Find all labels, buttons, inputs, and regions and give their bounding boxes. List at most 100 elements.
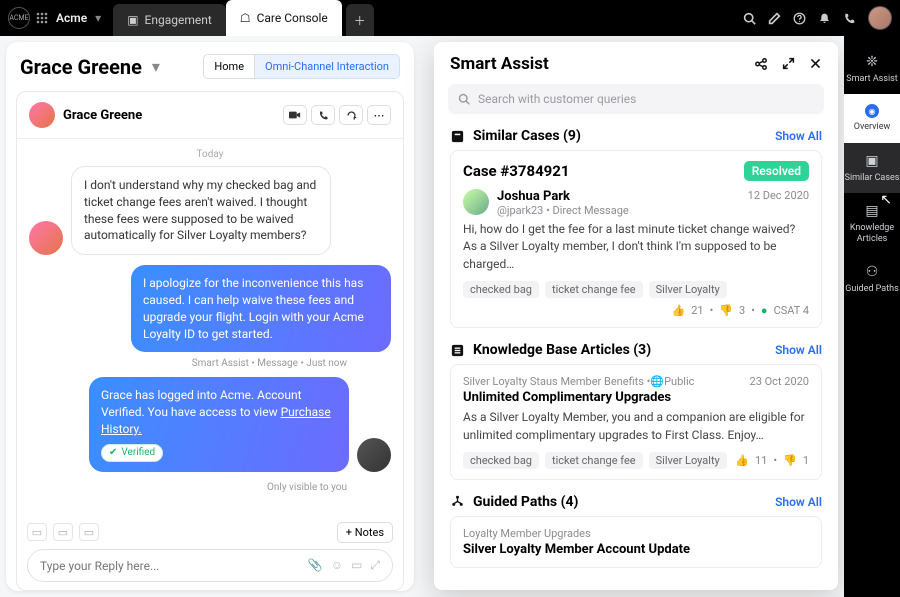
help-icon[interactable] [793, 12, 806, 25]
call-icon[interactable] [311, 105, 335, 125]
gp-name: Silver Loyalty Member Account Update [463, 542, 809, 557]
author-handle: @jpark23 • Direct Message [497, 204, 629, 217]
tool-icon[interactable]: ▭ [53, 523, 73, 541]
tool-icon[interactable]: ▭ [79, 523, 99, 541]
kb-body: As a Silver Loyalty Member, you and a co… [463, 409, 809, 444]
more-icon[interactable]: ⋯ [367, 105, 391, 125]
thumbs-down-icon[interactable]: 👎 [783, 454, 797, 467]
tab-care-console[interactable]: ☖ Care Console [226, 0, 342, 36]
breadcrumb-context: Omni-Channel Interaction [255, 54, 400, 79]
tag[interactable]: ticket change fee [545, 281, 643, 298]
tag[interactable]: checked bag [463, 281, 539, 298]
gp-group: Loyalty Member Upgrades [463, 527, 809, 540]
rail-overview[interactable]: ◉ Overview [844, 94, 900, 142]
rail-knowledge[interactable]: ▤ Knowledge Articles [844, 193, 900, 254]
author-avatar [463, 189, 489, 215]
thumbs-up-icon[interactable]: 👍 [735, 454, 749, 467]
guided-paths-icon [450, 494, 465, 509]
day-divider: Today [29, 149, 391, 160]
agent-avatar [357, 438, 391, 472]
sparkle-icon: ❊ [866, 54, 878, 70]
message-bubble: I apologize for the inconvenience this h… [131, 265, 391, 352]
message-bubble: I don't understand why my checked bag an… [71, 166, 331, 255]
close-icon[interactable] [809, 57, 822, 71]
topbar-actions [743, 6, 892, 30]
section-title: Similar Cases (9) [473, 128, 581, 144]
edit-icon[interactable] [768, 12, 781, 25]
system-message: Grace has logged into Acme. Account Veri… [29, 377, 391, 471]
overview-icon: ◉ [865, 104, 879, 118]
tenant-switcher[interactable]: Acme ▾ [56, 11, 101, 25]
knowledge-icon: ▤ [865, 203, 878, 219]
text-format-icon[interactable]: ▭ [351, 558, 362, 573]
verified-badge: ✔ Verified [101, 444, 163, 462]
message-meta: Smart Assist • Message • Just now [29, 358, 347, 369]
chevron-down-icon: ▾ [95, 11, 101, 25]
agent-message: I apologize for the inconvenience this h… [29, 265, 391, 352]
apps-grid-icon[interactable] [36, 12, 48, 24]
user-avatar[interactable] [868, 6, 892, 30]
case-stats: 👍21 • 👎3 • ● CSAT 4 [672, 304, 810, 317]
tag[interactable]: Silver Loyalty [649, 281, 727, 298]
chat-bubble-icon: ▣ [127, 13, 138, 27]
video-icon[interactable] [283, 105, 307, 125]
similar-cases-icon [450, 129, 465, 144]
customer-message: I don't understand why my checked bag an… [29, 166, 391, 255]
refresh-icon[interactable] [339, 105, 363, 125]
share-icon[interactable] [754, 57, 768, 71]
globe-icon: 🌐 [650, 375, 664, 388]
knowledge-icon [450, 343, 465, 358]
panel-title: Smart Assist [450, 54, 549, 74]
guided-path-card[interactable]: Loyalty Member Upgrades Silver Loyalty M… [450, 516, 822, 568]
tag[interactable]: checked bag [463, 452, 539, 469]
guided-paths-icon: ⚇ [866, 264, 879, 280]
bell-icon[interactable] [818, 12, 831, 25]
conversation-panel: Grace Greene ▾ Home Omni-Channel Interac… [6, 42, 414, 591]
kb-date: 23 Oct 2020 [750, 375, 809, 388]
expand-icon[interactable]: ⤢ [370, 558, 380, 573]
case-date: 12 Dec 2020 [748, 189, 809, 217]
composer: ▭ ▭ ▭ + Notes 📎 ☺ ▭ ⤢ [17, 513, 403, 590]
right-rail: ❊ Smart Assist ◉ Overview ▣ Similar Case… [844, 36, 900, 597]
tab-add[interactable]: ＋ [346, 4, 374, 36]
similar-cases-icon: ▣ [865, 153, 878, 169]
notes-button[interactable]: + Notes [337, 522, 393, 543]
search-placeholder: Search with customer queries [478, 92, 636, 106]
tag[interactable]: Silver Loyalty [649, 452, 727, 469]
customer-avatar [29, 102, 55, 128]
kb-stats: 👍11 • 👎1 [735, 454, 809, 467]
rail-smart-assist[interactable]: ❊ Smart Assist [844, 44, 900, 94]
search-icon[interactable] [743, 12, 756, 25]
message-bubble: Grace has logged into Acme. Account Veri… [89, 377, 349, 471]
breadcrumb-home[interactable]: Home [203, 54, 255, 79]
chevron-down-icon[interactable]: ▾ [152, 57, 160, 76]
emoji-icon[interactable]: ☺ [331, 558, 343, 573]
show-all-link[interactable]: Show All [775, 129, 822, 143]
kb-article-card[interactable]: Silver Loyalty Staus Member Benefits • 🌐… [450, 364, 822, 480]
reply-input[interactable] [40, 559, 300, 573]
show-all-link[interactable]: Show All [775, 343, 822, 357]
show-all-link[interactable]: Show All [775, 495, 822, 509]
tag[interactable]: ticket change fee [545, 452, 643, 469]
chat-card: Grace Greene ⋯ Today I don't understand … [16, 91, 404, 591]
phone-icon[interactable] [843, 12, 856, 25]
rail-similar-cases[interactable]: ▣ Similar Cases [844, 143, 900, 193]
workspace-tabs: ▣ Engagement ☖ Care Console ＋ [113, 0, 374, 36]
chat-title: Grace Greene [63, 108, 142, 123]
thumbs-down-icon[interactable]: 👎 [719, 304, 733, 317]
case-body: Hi, how do I get the fee for a last minu… [463, 221, 809, 273]
smart-assist-panel: Smart Assist Search with customer querie… [434, 42, 838, 590]
section-title: Knowledge Base Articles (3) [473, 342, 651, 358]
tool-icon[interactable]: ▭ [27, 523, 47, 541]
thumbs-up-icon[interactable]: 👍 [672, 304, 686, 317]
tab-engagement[interactable]: ▣ Engagement [113, 4, 226, 36]
author-name: Joshua Park [497, 189, 629, 204]
expand-icon[interactable] [782, 57, 795, 71]
rail-guided-paths[interactable]: ⚇ Guided Paths [844, 254, 900, 304]
similar-case-card[interactable]: Case #3784921 Resolved Joshua Park @jpar… [450, 150, 822, 328]
tenant-logo: ACME [8, 7, 30, 29]
kb-crumb: Silver Loyalty Staus Member Benefits • [463, 375, 650, 388]
attach-icon[interactable]: 📎 [308, 558, 323, 573]
smart-assist-search[interactable]: Search with customer queries [448, 84, 824, 114]
avatar [29, 221, 63, 255]
